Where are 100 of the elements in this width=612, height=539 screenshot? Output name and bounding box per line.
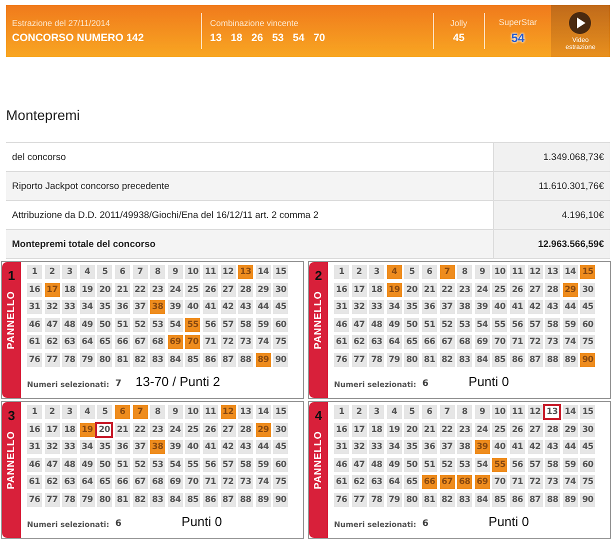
number-cell[interactable]: 42 xyxy=(528,300,543,314)
number-cell[interactable]: 74 xyxy=(562,475,578,489)
number-cell[interactable]: 83 xyxy=(457,352,472,366)
number-cell[interactable]: 9 xyxy=(168,265,183,279)
number-cell[interactable]: 2 xyxy=(352,405,367,419)
number-cell[interactable]: 59 xyxy=(256,458,271,472)
number-cell[interactable]: 35 xyxy=(97,300,112,314)
number-cell[interactable]: 31 xyxy=(27,300,42,314)
number-cell[interactable]: 61 xyxy=(27,475,42,489)
number-cell[interactable]: 8 xyxy=(150,405,166,419)
number-cell[interactable]: 14 xyxy=(562,405,578,419)
number-cell[interactable]: 39 xyxy=(168,300,183,314)
number-cell[interactable]: 85 xyxy=(492,492,508,506)
number-cell[interactable]: 11 xyxy=(202,265,218,279)
number-cell[interactable]: 33 xyxy=(369,440,384,454)
number-cell[interactable]: 53 xyxy=(150,318,166,332)
number-cell[interactable]: 26 xyxy=(202,422,218,436)
number-cell[interactable]: 52 xyxy=(132,458,148,472)
number-cell[interactable]: 4 xyxy=(80,405,95,419)
number-cell[interactable]: 89 xyxy=(256,492,271,506)
number-cell[interactable]: 39 xyxy=(168,440,183,454)
number-cell[interactable]: 79 xyxy=(80,352,95,366)
number-cell[interactable]: 3 xyxy=(369,265,384,279)
number-cell[interactable]: 79 xyxy=(386,352,402,366)
number-cell[interactable]: 90 xyxy=(273,492,288,506)
number-cell[interactable]: 23 xyxy=(457,422,472,436)
number-cell[interactable]: 86 xyxy=(510,352,525,366)
number-cell[interactable]: 6 xyxy=(422,405,437,419)
number-cell[interactable]: 29 xyxy=(562,422,578,436)
number-cell[interactable]: 9 xyxy=(474,265,490,279)
number-cell[interactable]: 16 xyxy=(334,422,349,436)
number-cell[interactable]: 6 xyxy=(114,265,130,279)
number-cell[interactable]: 76 xyxy=(334,352,349,366)
number-cell[interactable]: 59 xyxy=(562,318,578,332)
number-cell[interactable]: 70 xyxy=(492,335,508,349)
number-cell[interactable]: 53 xyxy=(150,458,166,472)
number-cell[interactable]: 87 xyxy=(220,492,236,506)
number-cell[interactable]: 62 xyxy=(44,335,60,349)
number-cell[interactable]: 27 xyxy=(220,282,236,296)
number-cell[interactable]: 76 xyxy=(27,492,42,506)
number-cell[interactable]: 57 xyxy=(220,458,236,472)
number-cell[interactable]: 90 xyxy=(273,352,288,366)
number-cell[interactable]: 56 xyxy=(202,318,218,332)
number-cell[interactable]: 44 xyxy=(256,440,271,454)
number-cell[interactable]: 82 xyxy=(440,352,455,366)
number-cell[interactable]: 76 xyxy=(334,492,349,506)
number-cell[interactable]: 21 xyxy=(422,282,437,296)
number-cell[interactable]: 67 xyxy=(440,335,455,349)
number-cell[interactable]: 78 xyxy=(62,352,78,366)
number-cell[interactable]: 76 xyxy=(27,352,42,366)
number-cell[interactable]: 55 xyxy=(185,458,200,472)
number-cell[interactable]: 75 xyxy=(273,475,288,489)
number-cell[interactable]: 12 xyxy=(220,265,236,279)
number-cell[interactable]: 70 xyxy=(492,475,508,489)
number-cell[interactable]: 64 xyxy=(80,335,95,349)
number-cell[interactable]: 61 xyxy=(334,335,349,349)
number-cell[interactable]: 39 xyxy=(474,300,490,314)
number-cell[interactable]: 2 xyxy=(352,265,367,279)
number-cell[interactable]: 22 xyxy=(440,422,455,436)
number-cell[interactable]: 69 xyxy=(474,335,490,349)
number-cell[interactable]: 5 xyxy=(97,265,112,279)
number-cell[interactable]: 22 xyxy=(440,282,455,296)
number-cell[interactable]: 87 xyxy=(528,492,543,506)
number-cell[interactable]: 1 xyxy=(27,405,42,419)
number-cell[interactable]: 7 xyxy=(132,265,148,279)
number-cell[interactable]: 58 xyxy=(545,318,560,332)
number-cell[interactable]: 65 xyxy=(97,335,112,349)
number-cell[interactable]: 77 xyxy=(352,352,367,366)
number-cell[interactable]: 26 xyxy=(510,422,525,436)
number-cell[interactable]: 16 xyxy=(334,282,349,296)
number-cell[interactable]: 24 xyxy=(474,282,490,296)
number-cell[interactable]: 11 xyxy=(202,405,218,419)
number-cell[interactable]: 86 xyxy=(510,492,525,506)
number-cell[interactable]: 85 xyxy=(492,352,508,366)
number-cell[interactable]: 17 xyxy=(352,282,367,296)
number-cell[interactable]: 79 xyxy=(386,492,402,506)
number-cell[interactable]: 62 xyxy=(352,475,367,489)
number-cell[interactable]: 85 xyxy=(185,352,200,366)
number-cell[interactable]: 40 xyxy=(492,440,508,454)
number-cell[interactable]: 45 xyxy=(273,300,288,314)
number-cell[interactable]: 34 xyxy=(386,300,402,314)
number-cell[interactable]: 41 xyxy=(510,440,525,454)
number-cell[interactable]: 84 xyxy=(168,352,183,366)
number-cell[interactable]: 54 xyxy=(474,318,490,332)
number-cell[interactable]: 20 xyxy=(404,282,420,296)
number-cell[interactable]: 88 xyxy=(545,352,560,366)
number-cell[interactable]: 86 xyxy=(202,352,218,366)
number-cell[interactable]: 54 xyxy=(474,458,490,472)
number-cell[interactable]: 80 xyxy=(404,352,420,366)
number-cell[interactable]: 84 xyxy=(474,352,490,366)
number-cell[interactable]: 80 xyxy=(97,492,112,506)
number-cell[interactable]: 42 xyxy=(220,440,236,454)
number-cell[interactable]: 57 xyxy=(528,458,543,472)
number-cell[interactable]: 54 xyxy=(168,318,183,332)
number-cell[interactable]: 10 xyxy=(185,405,200,419)
number-cell[interactable]: 88 xyxy=(238,492,254,506)
number-cell[interactable]: 57 xyxy=(528,318,543,332)
number-cell[interactable]: 32 xyxy=(44,440,60,454)
number-cell[interactable]: 82 xyxy=(132,492,148,506)
number-cell[interactable]: 72 xyxy=(528,335,543,349)
